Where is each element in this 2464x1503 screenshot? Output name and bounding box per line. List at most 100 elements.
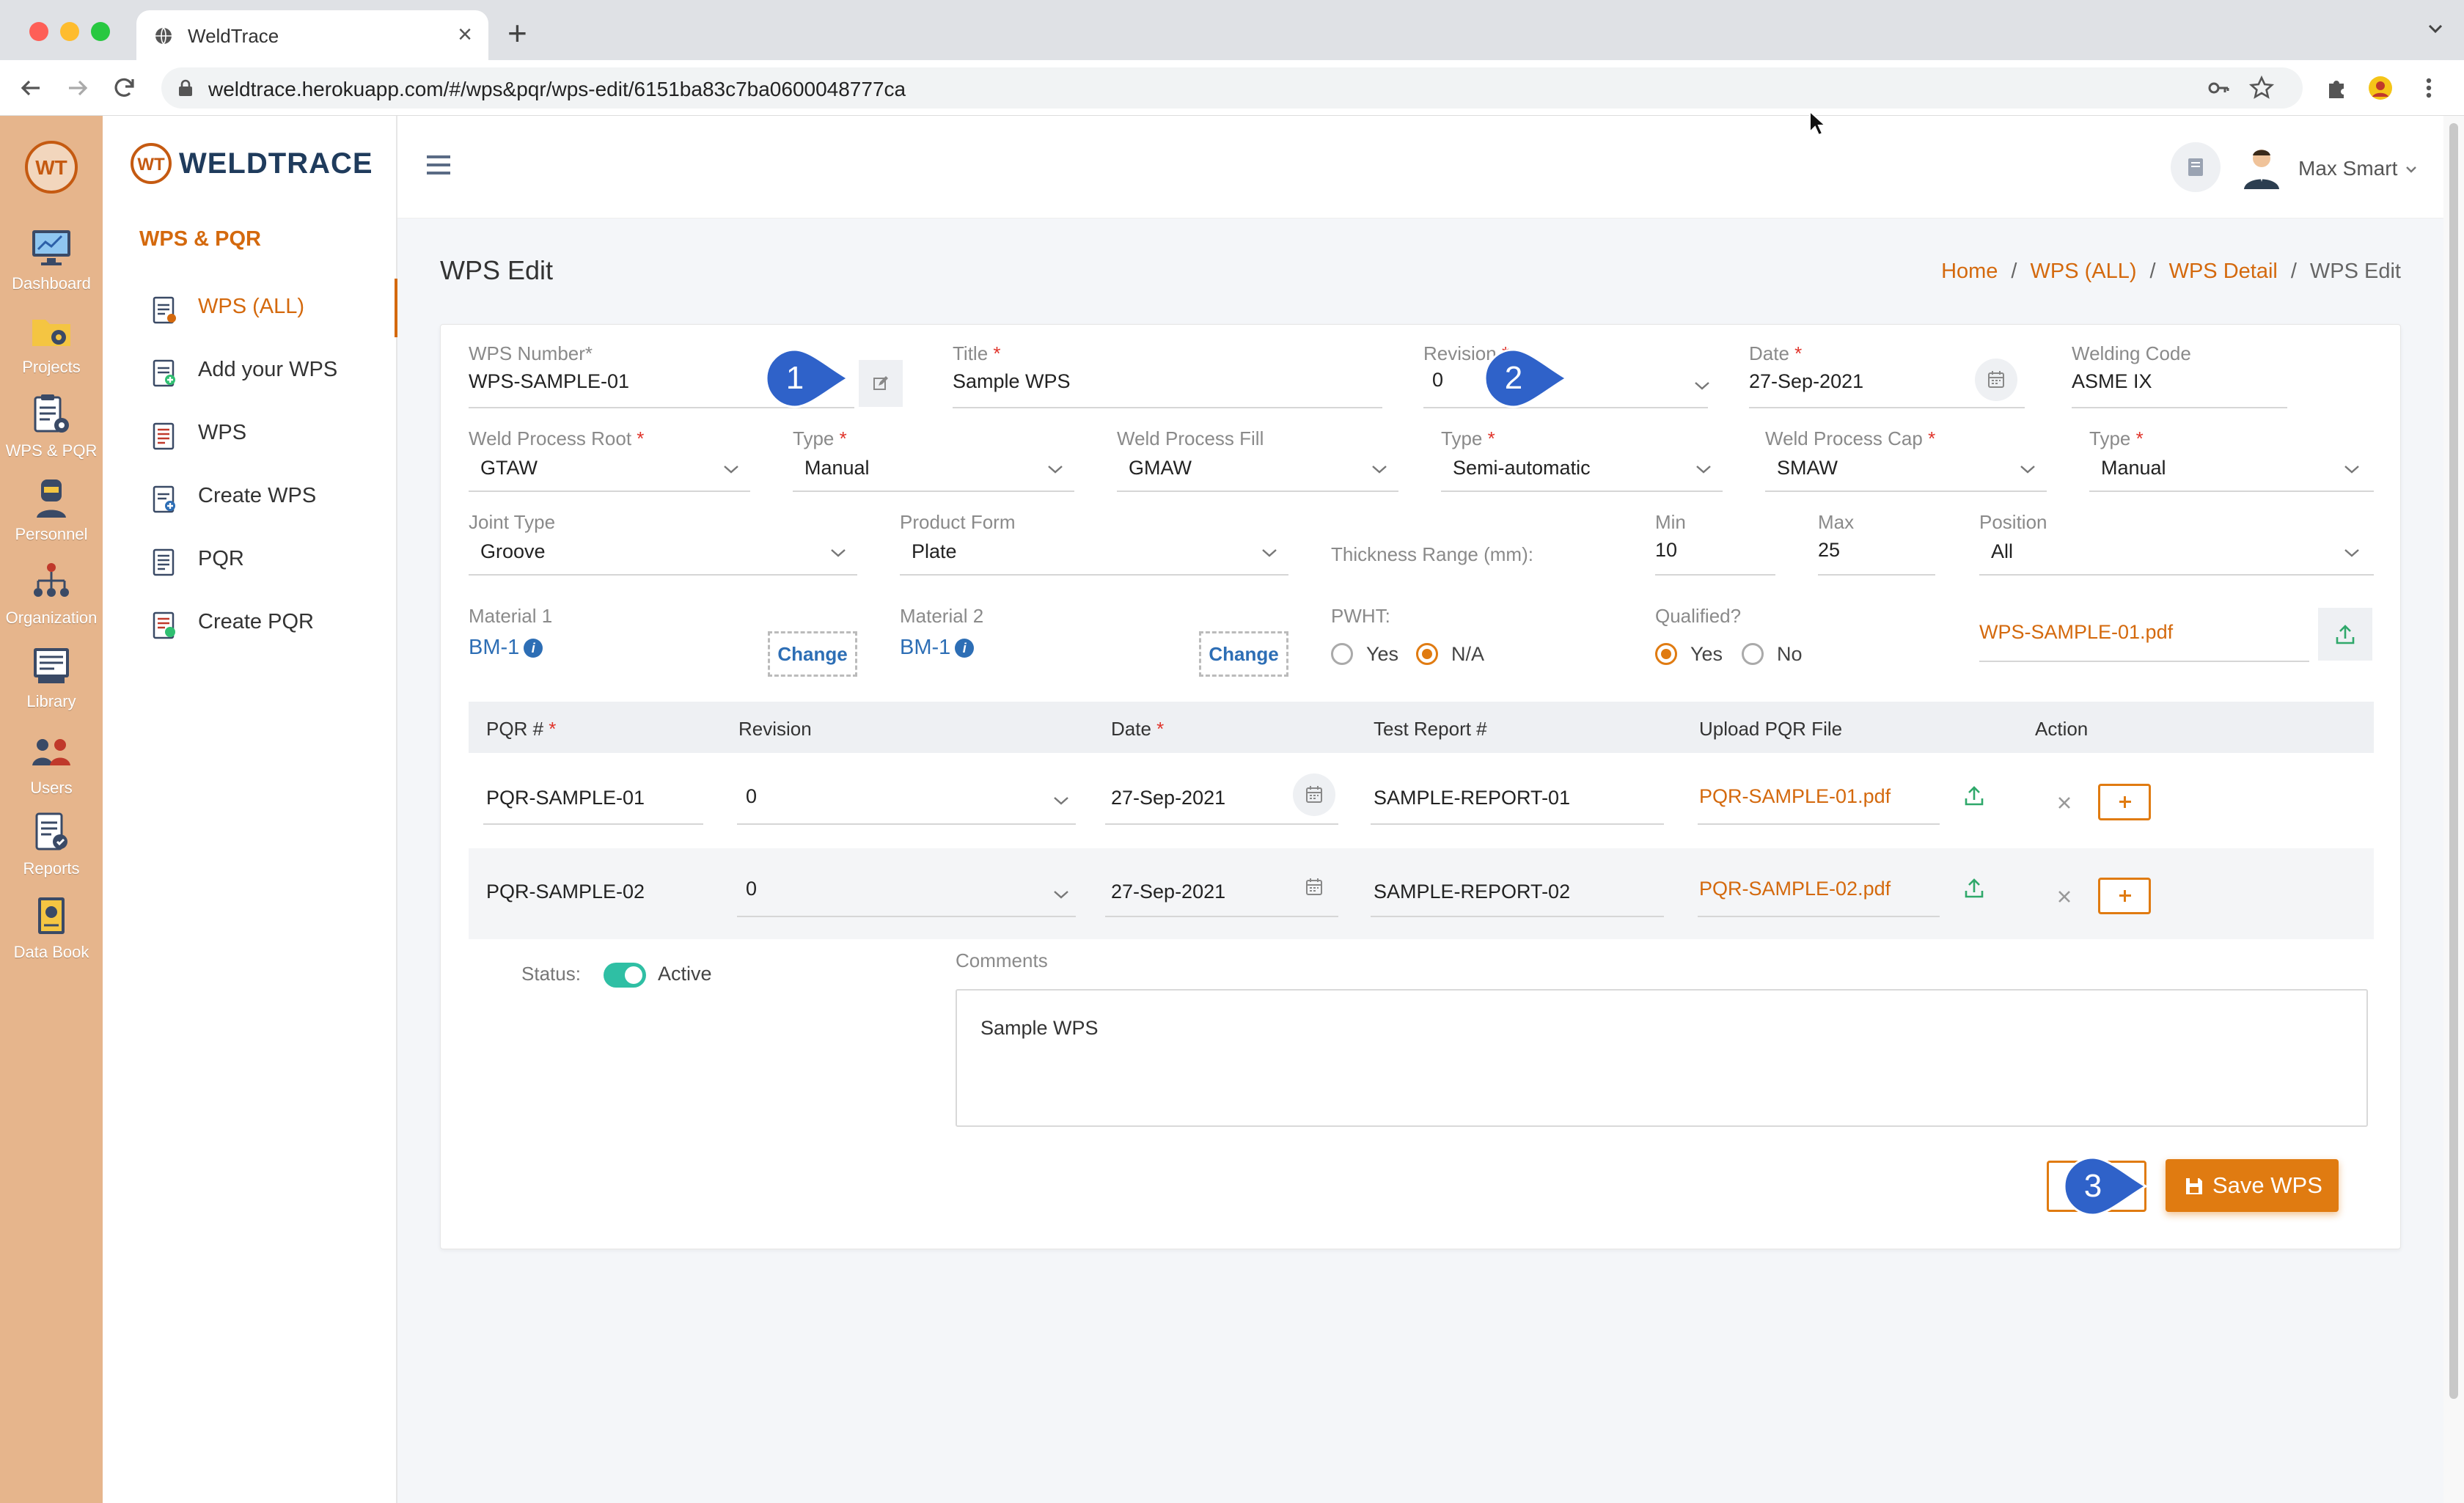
breadcrumb-wps-all[interactable]: WPS (ALL) xyxy=(2030,260,2136,283)
scrollbar-thumb[interactable] xyxy=(2449,123,2458,1399)
close-tab-icon[interactable]: × xyxy=(458,21,472,49)
wps-file-link[interactable]: WPS-SAMPLE-01.pdf xyxy=(1979,621,2173,644)
sidebar-item-create-pqr[interactable]: Create PQR xyxy=(103,594,397,653)
chevron-down-icon[interactable] xyxy=(2343,464,2361,474)
chevron-down-icon[interactable] xyxy=(1046,464,1064,474)
sidebar-item-add-your-wps[interactable]: Add your WPS xyxy=(103,342,397,400)
minimize-window-button[interactable] xyxy=(60,22,79,41)
rail-item-reports[interactable]: Reports xyxy=(0,809,103,893)
user-name[interactable]: Max Smart xyxy=(2298,157,2397,180)
thickness-max-input[interactable]: 25 xyxy=(1818,539,1840,562)
reload-icon[interactable] xyxy=(109,72,141,104)
sidebar-item-wps[interactable]: WPS xyxy=(103,405,397,463)
thickness-min-input[interactable]: 10 xyxy=(1655,539,1677,562)
pwht-na-radio[interactable] xyxy=(1416,643,1438,665)
sidebar-item-create-wps[interactable]: Create WPS xyxy=(103,468,397,526)
info-icon[interactable]: i xyxy=(524,639,543,658)
pqr-number-input[interactable]: PQR-SAMPLE-01 xyxy=(486,787,645,809)
joint-type-select[interactable]: Groove xyxy=(480,540,546,563)
cap-type-select[interactable]: Manual xyxy=(2101,457,2166,479)
remove-row-icon[interactable] xyxy=(2050,788,2079,817)
star-icon[interactable] xyxy=(2248,75,2275,101)
save-wps-button[interactable]: Save WPS xyxy=(2166,1159,2339,1212)
chevron-down-icon[interactable] xyxy=(1371,464,1388,474)
back-arrow-icon[interactable] xyxy=(15,72,47,104)
weld-process-cap-select[interactable]: SMAW xyxy=(1777,457,1838,479)
close-window-button[interactable] xyxy=(29,22,48,41)
pqr-number-input[interactable]: PQR-SAMPLE-02 xyxy=(486,881,645,903)
remove-row-icon[interactable] xyxy=(2050,882,2079,911)
weldtrace-logo-icon[interactable]: WT xyxy=(22,138,81,196)
change-material-1-button[interactable]: Change xyxy=(768,631,857,677)
breadcrumb-wps-detail[interactable]: WPS Detail xyxy=(2169,260,2278,283)
rail-item-wps-pqr[interactable]: WPS & PQR xyxy=(0,392,103,475)
chevron-down-icon[interactable] xyxy=(2343,548,2361,558)
rail-item-organization[interactable]: Organization xyxy=(0,559,103,642)
root-type-select[interactable]: Manual xyxy=(804,457,870,479)
extensions-puzzle-icon[interactable] xyxy=(2323,75,2350,101)
chevron-down-icon[interactable] xyxy=(1695,464,1712,474)
breadcrumb-home[interactable]: Home xyxy=(1941,260,1998,283)
material-1-value[interactable]: BM-1 i xyxy=(469,636,543,660)
chevron-down-icon[interactable] xyxy=(829,548,847,558)
test-report-input[interactable]: SAMPLE-REPORT-01 xyxy=(1374,787,1570,809)
weld-process-fill-select[interactable]: GMAW xyxy=(1129,457,1192,479)
chevron-down-icon[interactable] xyxy=(1261,548,1278,558)
rail-item-library[interactable]: Library xyxy=(0,642,103,726)
key-icon[interactable] xyxy=(2207,78,2229,98)
chevron-down-icon[interactable] xyxy=(722,464,740,474)
notes-button[interactable] xyxy=(2171,142,2221,192)
info-icon[interactable]: i xyxy=(955,639,975,658)
change-material-2-button[interactable]: Change xyxy=(1199,631,1288,677)
position-select[interactable]: All xyxy=(1991,540,2013,563)
page-scrollbar[interactable] xyxy=(2443,116,2464,1503)
forward-arrow-icon[interactable] xyxy=(62,72,94,104)
chevron-down-icon[interactable] xyxy=(1052,795,1070,806)
pqr-file-link[interactable]: PQR-SAMPLE-02.pdf xyxy=(1699,878,1891,900)
wps-number-input[interactable]: WPS-SAMPLE-01 xyxy=(469,370,629,393)
pqr-date-picker-button[interactable] xyxy=(1293,773,1335,816)
chevron-down-icon[interactable] xyxy=(1693,381,1711,391)
qualified-no-radio[interactable] xyxy=(1742,643,1764,665)
fill-type-select[interactable]: Semi-automatic xyxy=(1453,457,1591,479)
new-tab-icon[interactable]: + xyxy=(507,13,527,53)
test-report-input[interactable]: SAMPLE-REPORT-02 xyxy=(1374,881,1570,903)
upload-pqr-file-button[interactable] xyxy=(1947,769,1998,820)
chevron-down-icon[interactable] xyxy=(2405,166,2417,173)
profile-avatar-icon[interactable] xyxy=(2367,75,2394,101)
date-input[interactable]: 27-Sep-2021 xyxy=(1749,370,1863,393)
qualified-yes-radio[interactable] xyxy=(1655,643,1677,665)
rail-item-personnel[interactable]: Personnel xyxy=(0,475,103,559)
pqr-revision-select[interactable]: 0 xyxy=(746,785,757,808)
date-picker-button[interactable] xyxy=(1975,359,2017,401)
pqr-date-input[interactable]: 27-Sep-2021 xyxy=(1111,787,1225,809)
rail-item-data-book[interactable]: Data Book xyxy=(0,893,103,977)
title-input[interactable]: Sample WPS xyxy=(953,370,1071,393)
pwht-yes-radio[interactable] xyxy=(1331,643,1353,665)
weldtrace-brand-logo[interactable]: WT WELDTRACE xyxy=(128,138,377,189)
rail-item-dashboard[interactable]: Dashboard xyxy=(0,224,103,308)
welding-code-input[interactable]: ASME IX xyxy=(2072,370,2152,393)
sidebar-item-wps-all[interactable]: WPS (ALL) xyxy=(103,279,397,337)
upload-pqr-file-button[interactable] xyxy=(1947,861,1998,913)
upload-wps-file-button[interactable] xyxy=(2318,608,2372,661)
edit-wps-number-button[interactable] xyxy=(859,360,903,407)
add-row-button[interactable] xyxy=(2098,878,2151,914)
material-2-value[interactable]: BM-1 i xyxy=(900,636,975,660)
pqr-file-link[interactable]: PQR-SAMPLE-01.pdf xyxy=(1699,785,1891,808)
rail-item-users[interactable]: Users xyxy=(0,729,103,812)
chevron-down-icon[interactable] xyxy=(2424,18,2446,40)
hamburger-menu-icon[interactable] xyxy=(425,154,452,176)
status-toggle[interactable] xyxy=(604,963,646,988)
user-avatar[interactable] xyxy=(2240,145,2284,191)
browser-tab[interactable]: WeldTrace × xyxy=(136,10,488,60)
maximize-window-button[interactable] xyxy=(91,22,110,41)
pqr-revision-select[interactable]: 0 xyxy=(746,878,757,900)
pqr-date-picker-button[interactable] xyxy=(1293,866,1335,908)
pqr-date-input[interactable]: 27-Sep-2021 xyxy=(1111,881,1225,903)
chevron-down-icon[interactable] xyxy=(1052,889,1070,900)
more-options-icon[interactable] xyxy=(2416,75,2442,101)
product-form-select[interactable]: Plate xyxy=(912,540,957,563)
add-row-button[interactable] xyxy=(2098,784,2151,820)
address-bar[interactable]: weldtrace.herokuapp.com/#/wps&pqr/wps-ed… xyxy=(161,67,2303,109)
